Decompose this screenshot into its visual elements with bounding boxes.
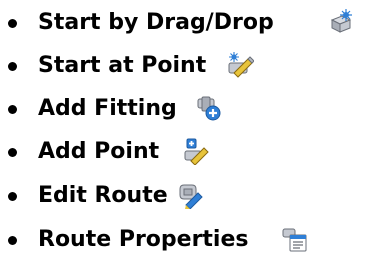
start-at-point-icon: [226, 51, 254, 79]
item-label: Add Fitting: [38, 96, 177, 121]
bullet-dot: [8, 61, 17, 71]
item-label: Route Properties: [38, 227, 249, 252]
bullet-dot: [8, 235, 17, 245]
item-label: Add Point: [38, 139, 160, 164]
item-label: Start by Drag/Drop: [38, 10, 274, 35]
route-properties-icon: [280, 225, 308, 253]
item-label: Start at Point: [38, 53, 207, 78]
bullet-dot: [8, 104, 17, 114]
item-label: Edit Route: [38, 183, 168, 208]
bullet-dot: [8, 18, 17, 28]
bullet-dot: [8, 147, 17, 157]
edit-route-icon: [176, 181, 204, 209]
start-drag-drop-icon: [326, 8, 354, 36]
bullet-dot: [8, 191, 17, 201]
add-point-icon: [182, 137, 210, 165]
add-fitting-icon: [194, 94, 222, 122]
